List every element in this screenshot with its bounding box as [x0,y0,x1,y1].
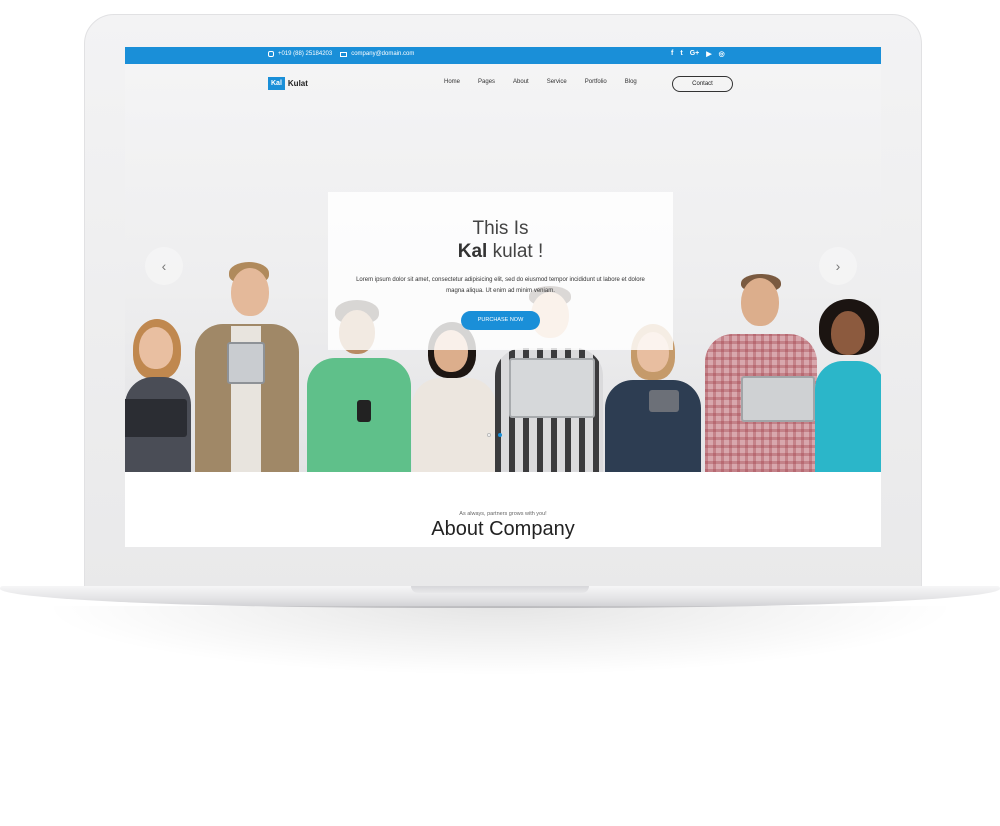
hero-title-line2: Kal kulat ! [328,241,673,263]
facebook-icon[interactable]: f [671,50,673,58]
phone-icon [268,51,274,57]
hero-description: Lorem ipsum dolor sit amet, consectetur … [356,277,645,294]
mail-icon [340,51,348,57]
brand-logo-text: Kulat [287,79,308,88]
social-links: f t G+ ▶ ◎ [671,50,725,58]
person-2 [193,262,303,472]
hero-title-line1: This Is [472,218,529,239]
slider-prev-button[interactable]: ‹ [145,247,183,285]
hero-title-rest: kulat ! [492,241,544,262]
laptop-screen: +019 (88) 25184203 company@domain.com f … [125,47,881,547]
slider-dots [487,433,502,437]
chevron-left-icon: ‹ [161,258,167,274]
brand-logo-box: Kal [268,77,285,90]
nav-item-about[interactable]: About [513,79,529,85]
instagram-icon[interactable]: ◎ [719,50,725,58]
nav-item-portfolio[interactable]: Portfolio [585,79,607,85]
laptop-shadow [40,606,960,676]
phone-contact[interactable]: +019 (88) 25184203 [268,51,332,57]
person-8 [815,299,881,472]
top-bar: +019 (88) 25184203 company@domain.com f … [125,47,881,64]
nav-item-blog[interactable]: Blog [625,79,637,85]
phone-number: +019 (88) 25184203 [278,51,333,57]
about-section: As always, partners grows with you! Abou… [125,472,881,547]
brand-logo[interactable]: Kal Kulat [268,77,308,90]
about-title: About Company [431,518,575,540]
nav-item-service[interactable]: Service [547,79,567,85]
hero-slider: Kal Kulat Home Pages About Service Portf… [125,64,881,472]
main-navbar: Kal Kulat Home Pages About Service Portf… [125,64,881,104]
contact-button[interactable]: Contact [672,76,733,92]
slider-dot[interactable] [487,433,491,437]
purchase-now-button[interactable]: PURCHASE NOW [461,311,540,330]
nav-item-home[interactable]: Home [444,79,460,85]
nav-menu: Home Pages About Service Portfolio Blog [444,79,637,85]
email-address: company@domain.com [351,51,415,57]
slider-dot-active[interactable] [498,433,502,437]
person-7 [703,274,819,472]
contact-info: +019 (88) 25184203 company@domain.com [268,51,414,57]
person-1 [125,319,195,472]
google-plus-icon[interactable]: G+ [690,50,700,58]
hero-title-bold: Kal [457,241,488,262]
about-subtitle: As always, partners grows with you! [459,511,547,517]
hero-card: This Is Kal kulat ! Lorem ipsum dolor si… [328,192,673,350]
email-contact[interactable]: company@domain.com [340,51,414,57]
slider-next-button[interactable]: › [819,247,857,285]
twitter-icon[interactable]: t [680,50,682,58]
nav-item-pages[interactable]: Pages [478,79,495,85]
laptop-notch [411,586,589,593]
chevron-right-icon: › [835,258,841,274]
youtube-icon[interactable]: ▶ [706,50,711,58]
